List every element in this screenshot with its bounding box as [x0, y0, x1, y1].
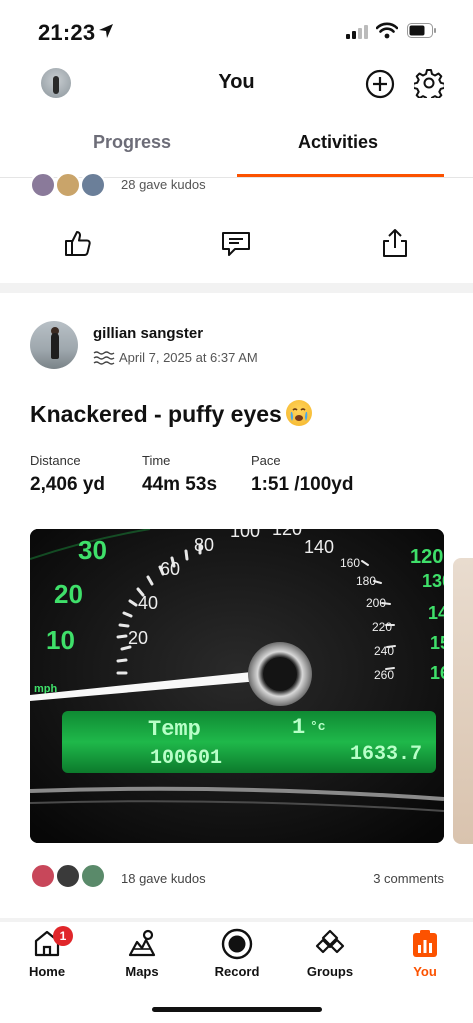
- speedo-label: 15: [430, 633, 444, 653]
- wifi-icon: [375, 22, 399, 44]
- next-photo-peek[interactable]: [453, 558, 473, 844]
- comment-icon[interactable]: [221, 228, 251, 263]
- speedo-label: 120: [410, 546, 443, 568]
- avatar: [80, 172, 106, 198]
- activity-title[interactable]: Knackered - puffy eyes: [30, 400, 312, 428]
- speedo-label: 60: [160, 559, 180, 579]
- activity-photo[interactable]: 30 20 10 120 130 14 15 16 mph 20 40 60 8…: [30, 529, 444, 843]
- lcd-temp-unit: °c: [310, 719, 326, 734]
- speedo-label: 120: [272, 529, 302, 539]
- lcd-trip: 1633.7: [350, 743, 422, 766]
- avatar: [55, 172, 81, 198]
- speedo-label: 30: [78, 535, 107, 565]
- speedo-label: 200: [366, 596, 386, 610]
- record-icon: [221, 928, 253, 964]
- athlete-name[interactable]: gillian sangster: [93, 325, 203, 342]
- home-indicator[interactable]: [152, 1007, 322, 1012]
- avatar: [30, 863, 56, 889]
- groups-icon: [315, 929, 345, 962]
- thumbs-up-icon[interactable]: [63, 228, 93, 263]
- kudos-avatars: [30, 172, 110, 198]
- status-time: 21:23: [38, 20, 96, 45]
- nav-label: You: [413, 964, 437, 979]
- stat-value: 2,406 yd: [30, 474, 105, 495]
- maps-icon: [127, 929, 157, 962]
- bottom-nav: 1 Home Maps Record Groups You: [0, 922, 473, 990]
- kudos-avatars: [30, 863, 110, 889]
- speedo-label: 40: [138, 593, 158, 613]
- speedo-label: 100: [230, 529, 260, 541]
- tab-progress[interactable]: Progress: [93, 132, 171, 153]
- crying-face-icon: [285, 400, 312, 426]
- gear-icon[interactable]: [412, 68, 446, 103]
- nav-groups[interactable]: Groups: [290, 928, 370, 979]
- previous-activity-actions: [0, 228, 473, 264]
- nav-you[interactable]: You: [385, 928, 465, 979]
- activity-date: April 7, 2025 at 6:37 AM: [119, 350, 258, 365]
- nav-home[interactable]: 1 Home: [7, 926, 87, 979]
- active-tab-indicator: [237, 174, 444, 177]
- nav-label: Groups: [306, 964, 354, 979]
- notification-badge: 1: [53, 926, 73, 946]
- speedo-label: 140: [304, 537, 334, 557]
- kudos-count: 18 gave kudos: [121, 871, 206, 886]
- speedo-label: 10: [46, 625, 75, 655]
- avatar: [30, 172, 56, 198]
- lcd-temp-label: Temp: [148, 717, 201, 742]
- nav-record[interactable]: Record: [197, 928, 277, 979]
- speedo-label: 130: [422, 571, 444, 591]
- comments-count[interactable]: 3 comments: [373, 871, 444, 886]
- status-bar: 21:23: [0, 0, 473, 62]
- stat-label: Time: [142, 453, 171, 468]
- athlete-avatar[interactable]: [30, 321, 78, 369]
- speedo-label: 14: [428, 603, 444, 623]
- speedo-label: 20: [128, 628, 148, 648]
- activity-stats: Distance 2,406 yd Time 44m 53s Pace 1:51…: [30, 453, 450, 503]
- stat-label: Distance: [30, 453, 81, 468]
- avatar: [80, 863, 106, 889]
- top-header: You: [0, 62, 473, 108]
- cellular-signal-icon: [346, 25, 370, 44]
- speedo-label: 180: [356, 574, 376, 588]
- avatar: [55, 863, 81, 889]
- you-icon: [411, 930, 439, 962]
- lcd-odometer: 100601: [150, 747, 222, 770]
- share-icon[interactable]: [381, 228, 409, 263]
- nav-maps[interactable]: Maps: [102, 928, 182, 979]
- stat-time: Time 44m 53s: [142, 453, 217, 496]
- feed-separator: [0, 283, 473, 293]
- kudos-count: 28 gave kudos: [121, 177, 206, 192]
- speedo-label: 160: [340, 556, 360, 570]
- nav-label: Home: [28, 964, 66, 979]
- nav-label: Record: [214, 964, 260, 979]
- kudos-row[interactable]: 18 gave kudos 3 comments: [30, 863, 444, 893]
- speedo-label: 80: [194, 535, 214, 555]
- swim-icon: [93, 350, 115, 371]
- profile-tabs: Progress Activities: [0, 118, 473, 178]
- stat-value: 1:51 /100yd: [251, 474, 354, 495]
- nav-label: Maps: [125, 964, 159, 979]
- page-title: You: [218, 71, 255, 93]
- stat-distance: Distance 2,406 yd: [30, 453, 105, 496]
- tab-activities[interactable]: Activities: [298, 132, 378, 153]
- lcd-temp-value: 1: [292, 715, 305, 740]
- speedo-label: 220: [372, 620, 392, 634]
- activity-title-text: Knackered - puffy eyes: [30, 401, 282, 427]
- speedo-label: 260: [374, 668, 394, 682]
- speedo-label: 240: [374, 644, 394, 658]
- stat-pace: Pace 1:51 /100yd: [251, 453, 353, 496]
- add-icon[interactable]: [365, 69, 395, 104]
- speedo-label: 20: [54, 579, 83, 609]
- stat-label: Pace: [251, 453, 281, 468]
- battery-icon: [407, 23, 437, 43]
- home-icon: [33, 930, 61, 962]
- location-arrow-icon: [98, 23, 114, 44]
- speedo-label: 16: [430, 663, 444, 683]
- stat-value: 44m 53s: [142, 474, 218, 495]
